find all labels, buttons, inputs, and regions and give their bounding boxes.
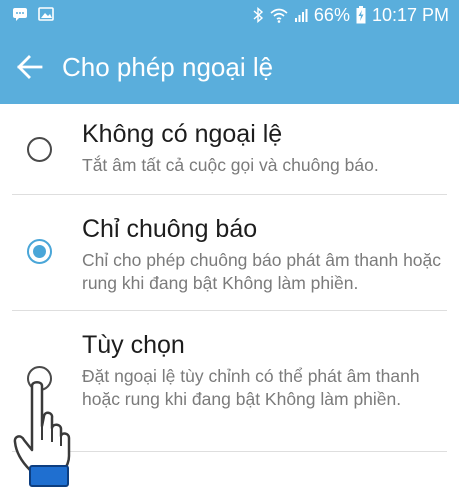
clock: 10:17 PM <box>371 4 449 25</box>
option-description: Đặt ngoại lệ tùy chỉnh có thể phát âm th… <box>82 366 420 409</box>
pointing-hand-icon <box>13 381 71 487</box>
option-description: Chỉ cho phép chuông báo phát âm thanh ho… <box>82 250 442 293</box>
option-description: Tắt âm tất cả cuộc gọi và chuông báo. <box>82 155 379 175</box>
option-title: Không có ngoại lệ <box>82 120 283 148</box>
status-bar: 66% 10:17 PM <box>0 0 459 30</box>
app-bar: Cho phép ngoại lệ <box>0 30 459 104</box>
option-no-exceptions[interactable]: Không có ngoại lệ Tắt âm tất cả cuộc gọi… <box>0 104 459 194</box>
battery-percent: 66% <box>313 4 350 25</box>
radio-button[interactable] <box>27 137 52 162</box>
notification-icons <box>12 6 54 22</box>
arrow-left-icon[interactable] <box>16 54 44 80</box>
system-status: 66% 10:17 PM <box>252 0 449 30</box>
page-title: Cho phép ngoại lệ <box>62 52 274 82</box>
image-icon <box>38 7 54 21</box>
message-icon <box>13 8 27 21</box>
bluetooth-icon <box>253 7 263 23</box>
signal-icon <box>294 9 308 22</box>
radio-button-selected[interactable] <box>27 239 52 264</box>
wifi-icon <box>270 8 288 23</box>
battery-charging-icon <box>356 6 366 24</box>
option-alarms-only[interactable]: Chỉ chuông báo Chỉ cho phép chuông báo p… <box>0 195 459 310</box>
option-title: Tùy chọn <box>82 331 185 359</box>
option-title: Chỉ chuông báo <box>82 215 258 243</box>
